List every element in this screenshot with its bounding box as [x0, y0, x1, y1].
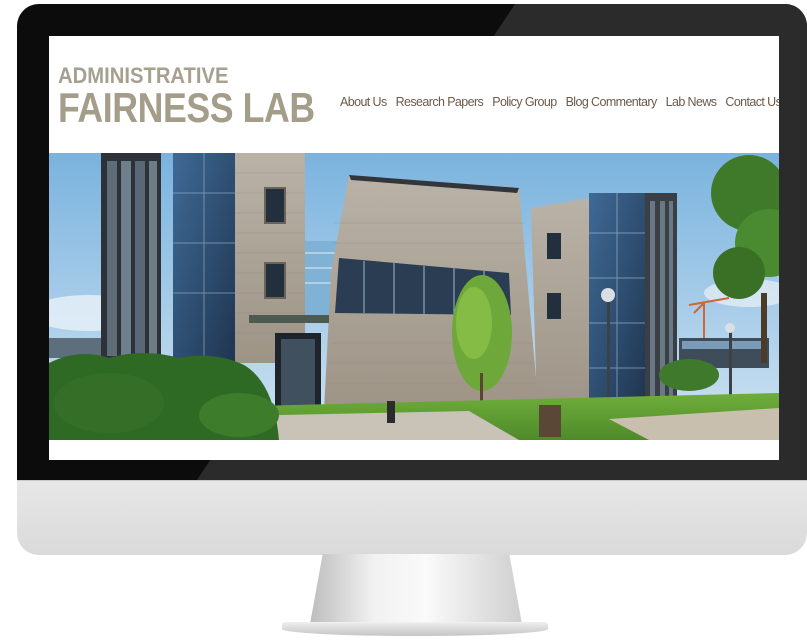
site-header: ADMINISTRATIVE FAIRNESS LAB About Us Res…: [49, 36, 779, 153]
monitor-chin: [17, 480, 807, 555]
nav-research-papers[interactable]: Research Papers: [396, 95, 484, 109]
site-logo[interactable]: ADMINISTRATIVE FAIRNESS LAB: [58, 65, 360, 129]
logo-line2: FAIRNESS LAB: [58, 84, 315, 131]
nav-contact-us[interactable]: Contact Us: [725, 95, 779, 109]
main-nav: About Us Research Papers Policy Group Bl…: [340, 95, 779, 109]
nav-blog-commentary[interactable]: Blog Commentary: [566, 95, 658, 109]
building-photo: [49, 153, 779, 440]
nav-about-us[interactable]: About Us: [340, 95, 387, 109]
nav-lab-news[interactable]: Lab News: [666, 95, 717, 109]
screen-footer-strip: [49, 440, 779, 460]
screen: ADMINISTRATIVE FAIRNESS LAB About Us Res…: [49, 36, 779, 460]
hero-image: [49, 153, 779, 440]
monitor-stand: [310, 554, 522, 624]
monitor-mockup: ADMINISTRATIVE FAIRNESS LAB About Us Res…: [0, 0, 807, 643]
nav-policy-group[interactable]: Policy Group: [492, 95, 557, 109]
monitor-stand-foot: [282, 622, 548, 636]
